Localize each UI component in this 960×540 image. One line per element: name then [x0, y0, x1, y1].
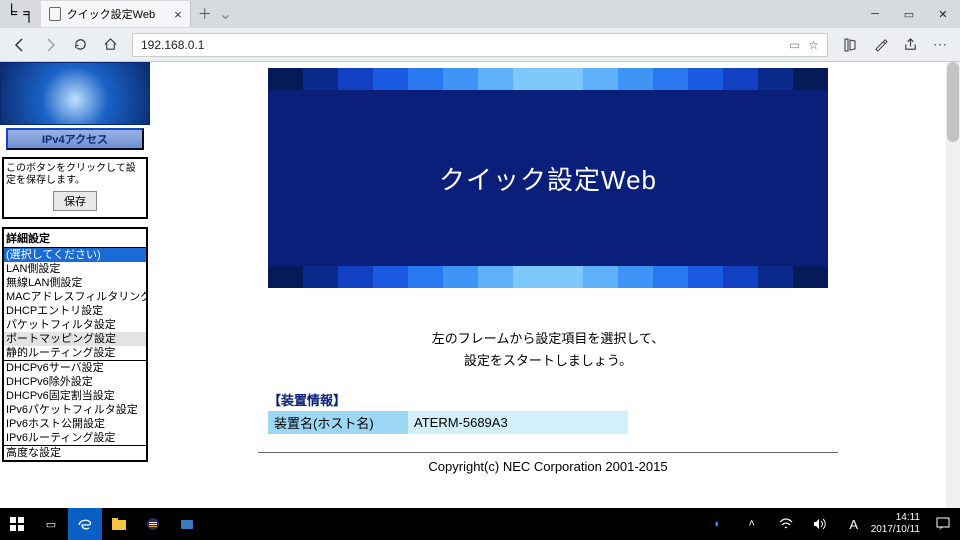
hub-icon[interactable] — [836, 31, 864, 59]
share-icon[interactable] — [896, 31, 924, 59]
list-item[interactable]: 無線LAN側設定 — [4, 276, 146, 290]
network-icon[interactable] — [769, 508, 803, 540]
back-button[interactable] — [6, 31, 34, 59]
list-header: 詳細設定 — [4, 229, 146, 247]
forward-history-icon[interactable]: ╕ — [23, 5, 34, 23]
forward-button[interactable] — [36, 31, 64, 59]
table-row: 装置名(ホスト名) ATERM-5689A3 — [268, 411, 628, 434]
refresh-button[interactable] — [66, 31, 94, 59]
ipv4-access-button[interactable]: IPv4アクセス — [6, 128, 144, 150]
list-item[interactable]: DHCPv6固定割当設定 — [4, 389, 146, 403]
notes-icon[interactable] — [866, 31, 894, 59]
list-item[interactable]: ポートマッピング設定 — [4, 332, 146, 346]
clock[interactable]: 14:11 2017/10/11 — [871, 512, 926, 536]
divider — [258, 452, 838, 453]
list-item[interactable]: DHCPv6除外設定 — [4, 375, 146, 389]
banner-title: クイック設定Web — [439, 160, 657, 197]
instructions: 左のフレームから設定項目を選択して、 設定をスタートしましょう。 — [432, 328, 665, 372]
list-item[interactable]: 高度な設定 — [4, 446, 146, 460]
favorite-icon[interactable]: ☆ — [808, 38, 819, 52]
list-item[interactable]: MACアドレスフィルタリング — [4, 290, 146, 304]
task-view-icon[interactable]: ▭ — [34, 508, 68, 540]
globe-graphic — [0, 62, 150, 125]
save-block: このボタンをクリックして設定を保存します。 保存 — [2, 157, 148, 219]
taskbar: ▭ ◐ ˄ A 14:11 2017/10/11 — [0, 508, 960, 540]
window-controls: ─ ▭ ✕ — [858, 0, 960, 28]
instruction-line2: 設定をスタートしましょう。 — [432, 350, 665, 372]
device-info-heading: 【装置情報】 — [268, 390, 828, 409]
list-item[interactable]: パケットフィルタ設定 — [4, 318, 146, 332]
file-explorer-icon[interactable] — [102, 508, 136, 540]
settings-list: 詳細設定 (選択してください)LAN側設定無線LAN側設定MACアドレスフィルタ… — [2, 227, 148, 462]
browser-chrome: ╘ ╕ クイック設定Web × ＋ ⌄ ─ ▭ ✕ 192.168. — [0, 0, 960, 62]
copyright-text: Copyright(c) NEC Corporation 2001-2015 — [428, 459, 667, 474]
tab-title: クイック設定Web — [67, 6, 155, 22]
url-input[interactable]: 192.168.0.1 ▭ ☆ — [132, 33, 828, 57]
tray-chevron-icon[interactable]: ˄ — [735, 508, 769, 540]
url-text: 192.168.0.1 — [141, 38, 204, 52]
save-hint-text: このボタンをクリックして設定を保存します。 — [6, 161, 144, 189]
banner-bottom-strip — [268, 266, 828, 288]
start-button[interactable] — [0, 508, 34, 540]
close-button[interactable]: ✕ — [926, 0, 960, 28]
left-frame: IPv4アクセス このボタンをクリックして設定を保存します。 保存 詳細設定 (… — [0, 62, 150, 508]
new-tab-button[interactable]: ＋ — [191, 4, 219, 24]
main-frame: クイック設定Web 左のフレームから設定項目を選択して、 設定をスタートしましょ… — [150, 62, 946, 508]
instruction-line1: 左のフレームから設定項目を選択して、 — [432, 328, 665, 350]
list-item[interactable]: DHCPv6サーバ設定 — [4, 361, 146, 375]
clock-time: 14:11 — [871, 512, 920, 524]
eclipse-icon[interactable] — [136, 508, 170, 540]
app-icon[interactable] — [170, 508, 204, 540]
clock-date: 2017/10/11 — [871, 524, 920, 536]
tab-close-icon[interactable]: × — [174, 7, 182, 22]
list-item[interactable]: DHCPエントリ設定 — [4, 304, 146, 318]
list-item[interactable]: IPv6ルーティング設定 — [4, 431, 146, 445]
back-history-icon[interactable]: ╘ — [6, 5, 17, 23]
list-item[interactable]: LAN側設定 — [4, 262, 146, 276]
banner: クイック設定Web — [268, 68, 828, 288]
device-info-section: 【装置情報】 装置名(ホスト名) ATERM-5689A3 — [268, 390, 828, 434]
row-value: ATERM-5689A3 — [408, 411, 628, 434]
reading-view-icon[interactable]: ▭ — [789, 38, 800, 52]
browser-tab[interactable]: クイック設定Web × — [41, 1, 191, 27]
minimize-button[interactable]: ─ — [858, 0, 892, 28]
edge-icon[interactable] — [68, 508, 102, 540]
list-item[interactable]: IPv6ホスト公開設定 — [4, 417, 146, 431]
list-item[interactable]: (選択してください) — [4, 248, 146, 262]
row-key: 装置名(ホスト名) — [268, 411, 408, 434]
action-center-icon[interactable] — [926, 508, 960, 540]
help-icon[interactable]: ◐ — [701, 508, 735, 540]
save-button[interactable]: 保存 — [53, 191, 97, 211]
ime-indicator[interactable]: A — [837, 508, 871, 540]
volume-icon[interactable] — [803, 508, 837, 540]
page-body: IPv4アクセス このボタンをクリックして設定を保存します。 保存 詳細設定 (… — [0, 62, 960, 508]
tab-overflow-icon[interactable]: ⌄ — [219, 4, 232, 24]
scroll-thumb[interactable] — [947, 62, 959, 142]
tab-strip: ╘ ╕ クイック設定Web × ＋ ⌄ ─ ▭ ✕ — [0, 0, 960, 28]
device-info-table: 装置名(ホスト名) ATERM-5689A3 — [268, 411, 628, 434]
more-icon[interactable]: ⋯ — [926, 31, 954, 59]
address-bar: 192.168.0.1 ▭ ☆ ⋯ — [0, 28, 960, 62]
page-icon — [49, 7, 61, 21]
list-item[interactable]: IPv6パケットフィルタ設定 — [4, 403, 146, 417]
banner-body: クイック設定Web — [268, 90, 828, 266]
list-item[interactable]: 静的ルーティング設定 — [4, 346, 146, 360]
banner-top-strip — [268, 68, 828, 90]
home-button[interactable] — [96, 31, 124, 59]
maximize-button[interactable]: ▭ — [892, 0, 926, 28]
vertical-scrollbar[interactable] — [946, 62, 960, 508]
